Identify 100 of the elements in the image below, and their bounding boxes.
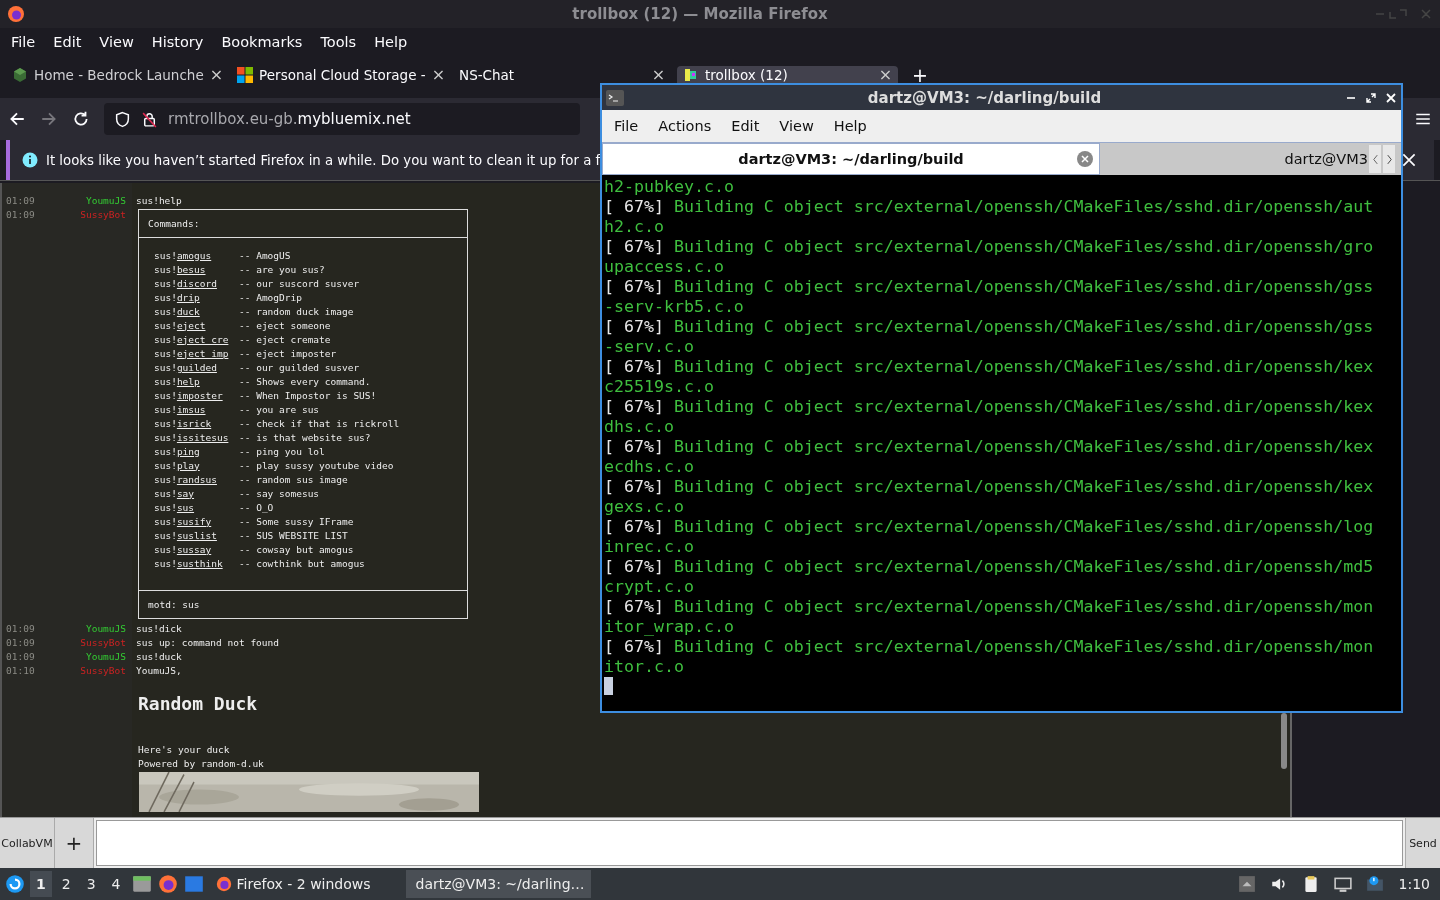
command-link[interactable]: discord: [176, 277, 217, 289]
command-link[interactable]: sussay: [176, 543, 212, 555]
command-link[interactable]: eject_imp: [176, 347, 229, 359]
command-link[interactable]: play: [176, 459, 200, 471]
command-description: -- is that website sus?: [239, 431, 371, 443]
terminal-tab[interactable]: dartz@VM3: [1100, 143, 1368, 175]
terminal-line: [ 67%] Building C object src/external/openssh/CMakeFiles/sshd.dir/openssh/gss-serv-krb5.c.o: [604, 277, 1374, 317]
workspace-button[interactable]: 3: [80, 871, 102, 897]
menu-item[interactable]: Edit: [721, 118, 770, 134]
menu-item[interactable]: File: [2, 34, 45, 50]
command-link[interactable]: randsus: [176, 473, 217, 485]
terminal-icon: [606, 89, 624, 106]
reload-icon[interactable]: [72, 110, 90, 128]
menu-item[interactable]: Edit: [44, 34, 91, 50]
collabvm-button[interactable]: CollabVM: [0, 818, 55, 869]
window-title: dartz@VM3: ~/darling/build: [866, 88, 1103, 107]
close-tab-icon[interactable]: [1077, 151, 1093, 167]
command-link[interactable]: ping: [176, 445, 200, 457]
menu-item[interactable]: File: [604, 118, 649, 134]
address-bar[interactable]: rmtrollbox.eu-gb.mybluemix.net: [104, 103, 580, 135]
command-description: -- eject someone: [239, 319, 331, 331]
menu-item[interactable]: Bookmarks: [212, 34, 312, 50]
terminal-tab[interactable]: dartz@VM3: ~/darling/build: [602, 143, 1100, 175]
close-tab-icon[interactable]: ×: [651, 66, 666, 83]
window-controls-icon: [1374, 8, 1434, 20]
command-link[interactable]: imposter: [176, 389, 223, 401]
menu-item[interactable]: View: [90, 34, 143, 50]
command-link[interactable]: isrick: [176, 417, 212, 429]
workspace-button[interactable]: 4: [105, 871, 127, 897]
command-prefix: sus!: [154, 319, 177, 331]
command-prefix: sus!: [154, 333, 177, 345]
crossed-lock-icon[interactable]: [141, 110, 158, 128]
command-link[interactable]: amogus: [176, 249, 212, 261]
command-description: -- When Impostor is SUS!: [239, 389, 377, 401]
command-link[interactable]: issitesus: [176, 431, 229, 443]
command-description: -- eject imposter: [239, 347, 337, 359]
command-link[interactable]: susify: [176, 515, 212, 527]
menu-item[interactable]: Tools: [311, 34, 366, 50]
close-tab-icon[interactable]: ×: [878, 66, 893, 83]
menu-item[interactable]: Actions: [648, 118, 722, 134]
command-link[interactable]: besus: [176, 263, 206, 275]
command-link[interactable]: susthink: [176, 557, 223, 569]
monitor-icon[interactable]: [1333, 875, 1352, 893]
desktop-icon[interactable]: [182, 873, 205, 895]
command-prefix: sus!: [154, 445, 177, 457]
browser-tab[interactable]: NS-Chat ×: [453, 66, 672, 83]
menu-item[interactable]: Help: [365, 34, 417, 50]
command-link[interactable]: help: [176, 375, 200, 387]
command-link[interactable]: duck: [176, 305, 200, 317]
taskbar-task[interactable]: Firefox - 2 windows: [208, 870, 394, 898]
nickname: YoumuJS: [84, 622, 126, 634]
close-icon[interactable]: [1400, 151, 1418, 169]
start-menu-icon[interactable]: [4, 873, 26, 895]
menu-item[interactable]: View: [769, 118, 824, 134]
firefox-icon[interactable]: [156, 873, 179, 895]
send-button[interactable]: Send: [1405, 818, 1440, 869]
message-text: sus!help: [136, 194, 182, 206]
command-link[interactable]: eject_cre: [176, 333, 229, 345]
command-description: -- AmogUS: [239, 249, 291, 261]
close-tab-icon[interactable]: ×: [209, 66, 224, 83]
back-icon[interactable]: [8, 110, 26, 128]
command-link[interactable]: guilded: [176, 361, 217, 373]
chat-input[interactable]: [96, 820, 1403, 867]
url-text: rmtrollbox.eu-gb.mybluemix.net: [168, 110, 411, 128]
terminal-line: [ 67%] Building C object src/external/openssh/CMakeFiles/sshd.dir/openssh/kexdhs.c.o: [604, 397, 1374, 437]
command-link[interactable]: imsus: [176, 403, 206, 415]
command-link[interactable]: suslist: [176, 529, 217, 541]
new-tab-button[interactable]: +: [900, 67, 940, 84]
browser-tab[interactable]: Home - Bedrock Launche ×: [6, 66, 230, 83]
command-prefix: sus!: [154, 501, 177, 513]
forward-icon[interactable]: [40, 110, 58, 128]
add-button[interactable]: +: [55, 818, 94, 869]
menu-item[interactable]: History: [142, 34, 213, 50]
notification-icon[interactable]: [1365, 875, 1384, 893]
command-link[interactable]: say: [176, 487, 195, 499]
close-tab-icon[interactable]: ×: [431, 66, 446, 83]
menu-item[interactable]: Help: [823, 118, 877, 134]
command-description: -- Shows every command.: [239, 375, 371, 387]
scrollbar[interactable]: [1281, 713, 1287, 769]
command-link[interactable]: eject: [176, 319, 206, 331]
command-prefix: sus!: [154, 431, 177, 443]
command-link[interactable]: drip: [176, 291, 200, 303]
command-prefix: sus!: [154, 543, 177, 555]
firefox-icon: [214, 875, 233, 893]
browser-tab[interactable]: Personal Cloud Storage - ×: [231, 66, 452, 83]
window-title: trollbox (12) — Mozilla Firefox: [571, 5, 829, 23]
terminal-line: [ 67%] Building C object src/external/openssh/CMakeFiles/sshd.dir/openssh/gss-serv.c.o: [604, 317, 1374, 357]
command-prefix: sus!: [154, 291, 177, 303]
chevron-left-icon: [1371, 152, 1379, 166]
clock: 1:10: [1398, 876, 1430, 892]
command-link[interactable]: sus: [176, 501, 195, 513]
nickname: YoumuJS: [84, 650, 126, 662]
maximize-icon[interactable]: [1365, 91, 1377, 104]
shield-icon[interactable]: [114, 110, 131, 128]
taskbar-task[interactable]: dartz@VM3: ~/darling…: [405, 870, 591, 898]
browser-tab[interactable]: trollbox (12) ×: [677, 66, 899, 83]
workspace-button[interactable]: 2: [55, 871, 77, 897]
workspace-button[interactable]: 1: [30, 871, 52, 897]
close-icon[interactable]: [1385, 91, 1397, 104]
file-manager-icon[interactable]: [130, 873, 153, 895]
